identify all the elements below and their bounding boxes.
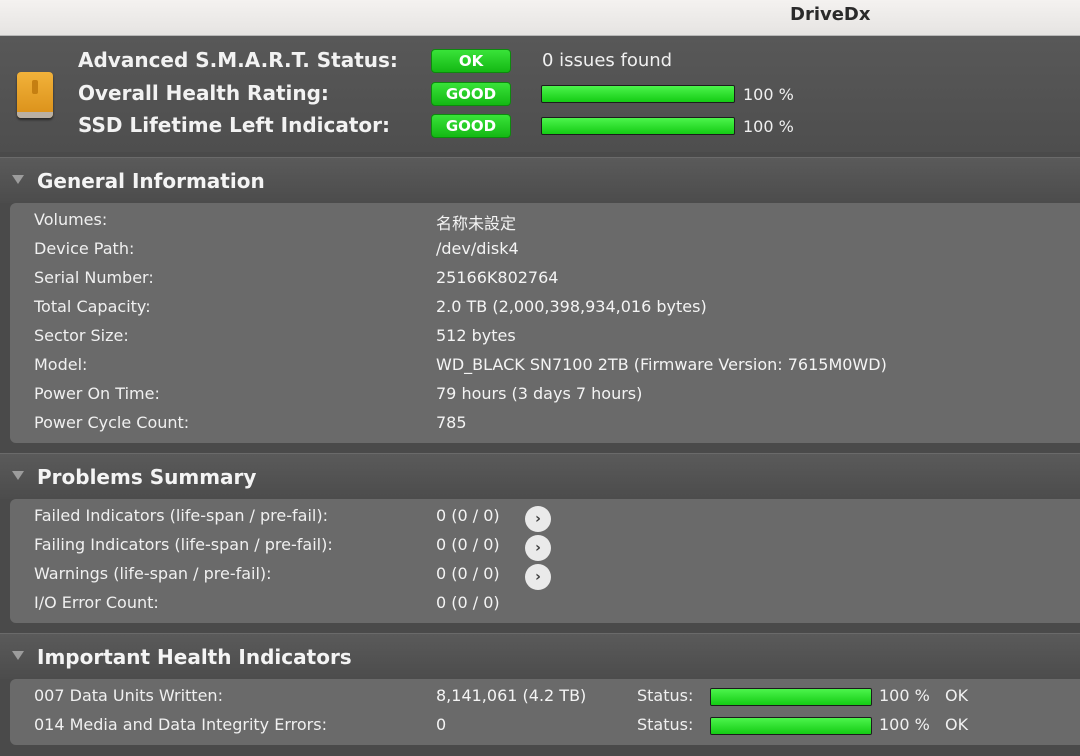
- problems-summary-panel: Failed Indicators (life-span / pre-fail)…: [10, 499, 1080, 623]
- info-value: /dev/disk4: [436, 239, 519, 258]
- health-status-bar-fill: [711, 689, 871, 705]
- info-row-serial-number: Serial Number: 25166K802764: [10, 264, 1080, 293]
- section-health-header[interactable]: Important Health Indicators: [0, 633, 1080, 679]
- info-label: Power Cycle Count:: [34, 413, 190, 432]
- health-rating-percent: 100 %: [743, 85, 794, 104]
- chevron-right-icon[interactable]: ›: [525, 535, 551, 561]
- health-label: 007 Data Units Written:: [34, 686, 223, 705]
- info-value: 25166K802764: [436, 268, 559, 287]
- lifetime-left-bar: [541, 117, 735, 135]
- health-status-bar: [710, 688, 872, 706]
- info-label: Device Path:: [34, 239, 135, 258]
- info-value: 2.0 TB (2,000,398,934,016 bytes): [436, 297, 707, 316]
- general-info-panel: Volumes: 名称未設定 Device Path: /dev/disk4 S…: [10, 203, 1080, 443]
- health-status-percent: 100 %: [879, 686, 930, 705]
- info-row-sector-size: Sector Size: 512 bytes: [10, 322, 1080, 351]
- smart-status-label: Advanced S.M.A.R.T. Status:: [78, 48, 398, 72]
- disclosure-triangle-icon[interactable]: [12, 471, 24, 480]
- health-row-data-units-written: 007 Data Units Written: 8,141,061 (4.2 T…: [10, 682, 1080, 711]
- info-row-volumes: Volumes: 名称未設定: [10, 206, 1080, 235]
- issues-found-text: 0 issues found: [542, 50, 673, 71]
- lifetime-left-bar-fill: [542, 118, 734, 134]
- problem-label: I/O Error Count:: [34, 593, 159, 612]
- smart-status-header: Advanced S.M.A.R.T. Status: OK 0 issues …: [0, 36, 1080, 152]
- info-value: 512 bytes: [436, 326, 516, 345]
- health-status-percent: 100 %: [879, 715, 930, 734]
- disclosure-triangle-icon[interactable]: [12, 175, 24, 184]
- problem-row-failing: Failing Indicators (life-span / pre-fail…: [10, 531, 1080, 561]
- health-status-bar: [710, 717, 872, 735]
- problem-label: Failed Indicators (life-span / pre-fail)…: [34, 506, 328, 525]
- health-status-text: OK: [945, 686, 969, 705]
- health-status-text: OK: [945, 715, 969, 734]
- lifetime-left-row: SSD Lifetime Left Indicator: GOOD 100 %: [0, 111, 1080, 143]
- status-label: Status:: [637, 686, 694, 705]
- lifetime-left-badge: GOOD: [431, 114, 511, 138]
- problem-row-io-errors: I/O Error Count: 0 (0 / 0): [10, 589, 1080, 618]
- info-row-total-capacity: Total Capacity: 2.0 TB (2,000,398,934,01…: [10, 293, 1080, 322]
- problem-value: 0 (0 / 0): [436, 564, 500, 583]
- lifetime-left-percent: 100 %: [743, 117, 794, 136]
- problem-row-warnings: Warnings (life-span / pre-fail): 0 (0 / …: [10, 560, 1080, 590]
- info-row-power-cycle-count: Power Cycle Count: 785: [10, 409, 1080, 438]
- info-row-device-path: Device Path: /dev/disk4: [10, 235, 1080, 264]
- info-row-model: Model: WD_BLACK SN7100 2TB (Firmware Ver…: [10, 351, 1080, 380]
- health-value: 0: [436, 715, 447, 734]
- health-rating-row: Overall Health Rating: GOOD 100 %: [0, 79, 1080, 111]
- section-health-title: Important Health Indicators: [37, 645, 352, 669]
- disclosure-triangle-icon[interactable]: [12, 651, 24, 660]
- health-rating-badge: GOOD: [431, 82, 511, 106]
- smart-status-badge: OK: [431, 49, 511, 73]
- info-value: 785: [436, 413, 467, 432]
- window-title: DriveDx: [790, 4, 871, 25]
- smart-status-row: Advanced S.M.A.R.T. Status: OK 0 issues …: [0, 46, 1080, 78]
- problem-value: 0 (0 / 0): [436, 593, 500, 612]
- section-problems-header[interactable]: Problems Summary: [0, 453, 1080, 499]
- title-bar: DriveDx: [0, 0, 1080, 36]
- section-problems-title: Problems Summary: [37, 465, 257, 489]
- info-value: 79 hours (3 days 7 hours): [436, 384, 643, 403]
- health-rating-label: Overall Health Rating:: [78, 81, 329, 105]
- health-rating-bar: [541, 85, 735, 103]
- section-general-header[interactable]: General Information: [0, 157, 1080, 203]
- status-label: Status:: [637, 715, 694, 734]
- info-label: Model:: [34, 355, 88, 374]
- problem-row-failed: Failed Indicators (life-span / pre-fail)…: [10, 502, 1080, 532]
- problem-value: 0 (0 / 0): [436, 506, 500, 525]
- problem-label: Failing Indicators (life-span / pre-fail…: [34, 535, 333, 554]
- health-row-media-integrity-errors: 014 Media and Data Integrity Errors: 0 S…: [10, 711, 1080, 740]
- section-general-title: General Information: [37, 169, 265, 193]
- chevron-right-icon[interactable]: ›: [525, 564, 551, 590]
- problem-value: 0 (0 / 0): [436, 535, 500, 554]
- info-value: 名称未設定: [436, 214, 517, 233]
- health-indicators-panel: 007 Data Units Written: 8,141,061 (4.2 T…: [10, 679, 1080, 745]
- info-label: Total Capacity:: [34, 297, 151, 316]
- health-status-bar-fill: [711, 718, 871, 734]
- chevron-right-icon[interactable]: ›: [525, 506, 551, 532]
- info-label: Sector Size:: [34, 326, 129, 345]
- info-value: WD_BLACK SN7100 2TB (Firmware Version: 7…: [436, 355, 887, 374]
- health-label: 014 Media and Data Integrity Errors:: [34, 715, 327, 734]
- lifetime-left-label: SSD Lifetime Left Indicator:: [78, 113, 391, 137]
- health-value: 8,141,061 (4.2 TB): [436, 686, 587, 705]
- problem-label: Warnings (life-span / pre-fail):: [34, 564, 272, 583]
- info-label: Power On Time:: [34, 384, 160, 403]
- info-label: Serial Number:: [34, 268, 154, 287]
- health-rating-bar-fill: [542, 86, 734, 102]
- info-row-power-on-time: Power On Time: 79 hours (3 days 7 hours): [10, 380, 1080, 409]
- info-label: Volumes:: [34, 210, 108, 229]
